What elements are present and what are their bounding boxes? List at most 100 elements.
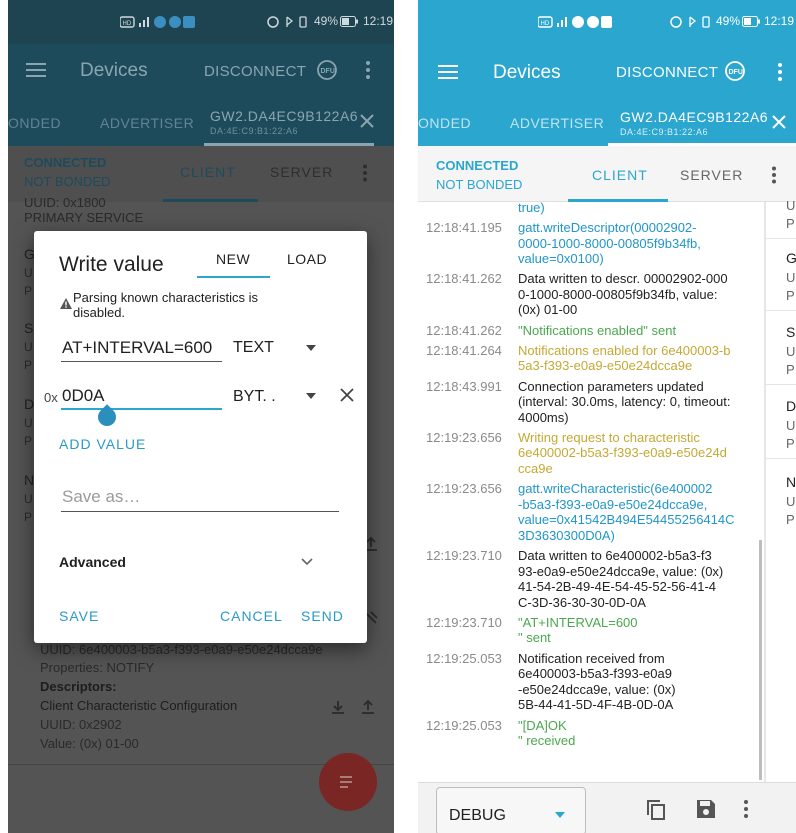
save-button[interactable]: SAVE bbox=[59, 608, 99, 624]
tab-advertiser[interactable]: ADVERTISER bbox=[100, 100, 194, 146]
log-toolbar: DEBUG bbox=[418, 782, 796, 833]
svg-text:DFU: DFU bbox=[729, 69, 743, 76]
status-icons: HD bbox=[120, 15, 210, 29]
svg-text:HD: HD bbox=[541, 21, 550, 27]
not-bonded-label: NOT BONDED bbox=[436, 177, 523, 192]
log-timestamp: 12:19:25.053 bbox=[426, 717, 502, 733]
chevron-down-icon[interactable] bbox=[306, 393, 316, 399]
descriptor-name: Client Characteristic Configuration bbox=[40, 698, 238, 713]
overflow-menu-icon[interactable] bbox=[362, 164, 368, 182]
download-icon[interactable] bbox=[330, 699, 346, 715]
log-message-line: 3D3630300D0A) bbox=[518, 527, 615, 543]
fab-log-button[interactable] bbox=[319, 753, 377, 811]
service-letter: P bbox=[786, 436, 795, 451]
descriptor-value: Value: (0x) 01-00 bbox=[40, 736, 139, 751]
tab-advertiser[interactable]: ADVERTISER bbox=[510, 100, 604, 146]
cancel-button[interactable]: CANCEL bbox=[220, 608, 283, 624]
descriptor-uuid: UUID: 0x2902 bbox=[40, 717, 122, 732]
value-field-2-underline bbox=[61, 408, 222, 410]
tab-device-name[interactable]: GW2.DA4EC9B122A6 bbox=[210, 106, 358, 126]
upload-icon[interactable] bbox=[360, 699, 376, 715]
log-level-select[interactable]: DEBUG bbox=[436, 787, 586, 833]
tab-client[interactable]: CLIENT bbox=[592, 167, 648, 183]
disconnect-button[interactable]: DISCONNECT bbox=[204, 63, 306, 80]
dfu-icon[interactable]: DFU bbox=[316, 59, 338, 81]
svg-text:DFU: DFU bbox=[321, 68, 335, 75]
log-message-line: Data written to descr. 00002902-000 bbox=[518, 271, 728, 287]
service-letter: P bbox=[786, 216, 795, 231]
log-message-line: 0000-1000-8000-00805f9b34fb, bbox=[518, 235, 701, 251]
service-letter: U bbox=[786, 418, 796, 433]
chevron-down-icon bbox=[555, 812, 565, 818]
service-letter: P bbox=[786, 362, 795, 377]
overflow-menu-icon[interactable] bbox=[743, 799, 749, 819]
log-message: Notification received from 6e400003-b5a3-… bbox=[518, 651, 763, 713]
save-as-input[interactable]: Save as… bbox=[62, 487, 140, 507]
log-message-line: 93-e0a9-e50e24dcca9e, value: (0x) bbox=[518, 563, 724, 579]
dfu-icon[interactable]: DFU bbox=[724, 60, 746, 82]
app-bar: Devices DISCONNECT DFU bbox=[8, 44, 394, 100]
save-icon[interactable] bbox=[696, 799, 716, 819]
chevron-down-icon[interactable] bbox=[306, 345, 316, 351]
value-field-1[interactable]: AT+INTERVAL=600 bbox=[62, 338, 212, 358]
service-letter: P bbox=[24, 284, 33, 298]
service-letter: U bbox=[786, 270, 796, 285]
log-message-line: (0x) 01-00 bbox=[518, 302, 578, 318]
copy-icon[interactable] bbox=[646, 799, 666, 821]
tab-bonded[interactable]: ONDED bbox=[418, 100, 471, 146]
log-timestamp: 12:18:43.991 bbox=[426, 378, 502, 394]
disconnect-button[interactable]: DISCONNECT bbox=[616, 64, 718, 81]
service-letter: U bbox=[24, 492, 33, 506]
remove-value-icon[interactable] bbox=[340, 388, 354, 402]
tab-server[interactable]: SERVER bbox=[680, 167, 743, 183]
log-message-line: -e50e24dcca9e, value: (0x) bbox=[518, 681, 676, 697]
tab-load[interactable]: LOAD bbox=[287, 251, 327, 267]
overflow-menu-icon[interactable] bbox=[365, 60, 371, 80]
write-value-dialog: Write value NEW LOAD Parsing known chara… bbox=[34, 231, 367, 643]
log-scrollbar[interactable] bbox=[759, 540, 762, 780]
log-message-line: 4000ms) bbox=[518, 409, 569, 425]
tab-server[interactable]: SERVER bbox=[270, 164, 333, 180]
value-field-2[interactable]: 0D0A bbox=[62, 386, 105, 406]
log-icon bbox=[340, 775, 356, 789]
tab-new[interactable]: NEW bbox=[216, 251, 250, 267]
tab-device-name[interactable]: GW2.DA4EC9B122A6 bbox=[620, 107, 768, 127]
log-message: "AT+INTERVAL=600 " sent bbox=[518, 615, 763, 646]
log-message-line: true) bbox=[518, 202, 545, 215]
tab-bonded[interactable]: ONDED bbox=[8, 100, 61, 146]
log-level-value: DEBUG bbox=[449, 807, 506, 824]
app-title: Devices bbox=[80, 60, 148, 81]
overflow-menu-icon[interactable] bbox=[771, 166, 777, 184]
menu-icon[interactable] bbox=[438, 64, 458, 80]
service-letter: U bbox=[24, 266, 33, 280]
type-select-2[interactable]: BYT. . bbox=[233, 388, 276, 406]
close-device-icon[interactable] bbox=[359, 113, 375, 133]
send-button[interactable]: SEND bbox=[301, 608, 344, 624]
services-list-peek: U P G U P S U P D U P N U P bbox=[766, 198, 796, 782]
log-message-line: " sent bbox=[518, 630, 551, 646]
log-message: true) bbox=[518, 202, 763, 216]
add-value-button[interactable]: ADD VALUE bbox=[59, 436, 146, 452]
log-message: Data written to descr. 00002902-000 0-100… bbox=[518, 271, 763, 318]
service-letter: G bbox=[786, 250, 796, 266]
battery-percent: 49% bbox=[314, 14, 339, 28]
chevron-down-icon[interactable] bbox=[301, 558, 313, 566]
service-letter: P bbox=[786, 512, 795, 527]
close-device-icon[interactable] bbox=[771, 114, 787, 134]
advanced-label[interactable]: Advanced bbox=[59, 554, 126, 570]
device-tabs: ONDED ADVERTISER GW2.DA4EC9B122A6 DA:4E:… bbox=[8, 100, 394, 146]
descriptors-label: Descriptors: bbox=[40, 679, 117, 694]
connected-label: CONNECTED bbox=[24, 155, 107, 170]
log-message-line: Data written to 6e400002-b5a3-f3 bbox=[518, 548, 712, 563]
service-letter: S bbox=[786, 324, 796, 340]
battery-percent: 49% bbox=[716, 14, 741, 28]
log-message: "[DA]OK " received bbox=[518, 718, 763, 749]
hex-prefix: 0x bbox=[44, 390, 58, 405]
not-bonded-label: NOT BONDED bbox=[24, 174, 111, 189]
overflow-menu-icon[interactable] bbox=[777, 62, 783, 82]
type-select-1[interactable]: TEXT bbox=[233, 339, 274, 357]
right-screenshot: HD 49% 12:19 Devices DISCONNECT DFU ONDE… bbox=[418, 0, 796, 833]
menu-icon[interactable] bbox=[26, 62, 46, 78]
tab-client[interactable]: CLIENT bbox=[180, 164, 236, 180]
log-message-line: 5B-44-41-5D-4F-4B-0D-0A bbox=[518, 697, 674, 713]
